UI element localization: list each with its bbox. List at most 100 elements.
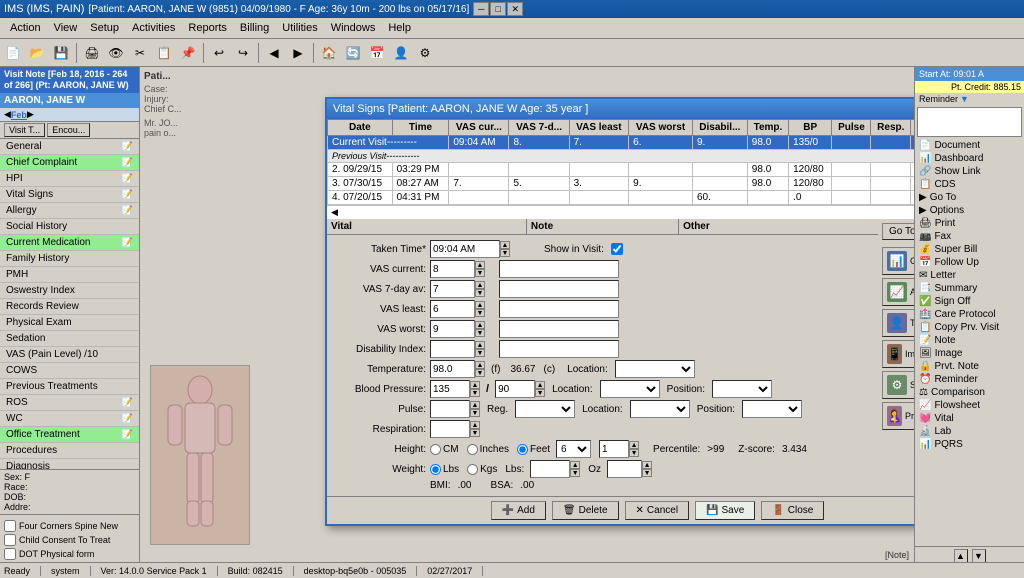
rp-dashboard[interactable]: 📊Dashboard [915, 152, 1024, 165]
sidebar-item-prev-treatments[interactable]: Previous Treatments [0, 379, 139, 395]
set-default-button[interactable]: ⚙ Set Default [882, 371, 914, 399]
sidebar-item-family-history[interactable]: Family History [0, 251, 139, 267]
scroll-left-arrow[interactable]: ◀ [331, 207, 338, 218]
checkbox-child-consent-input[interactable] [4, 534, 16, 546]
open-button[interactable]: 📂 [26, 42, 48, 64]
sidebar-item-procedures[interactable]: Procedures [0, 443, 139, 459]
bp-location-select[interactable] [600, 380, 660, 398]
height-inches-input[interactable] [599, 440, 629, 458]
weight-lbs-down[interactable]: ▼ [570, 469, 580, 477]
weight-oz-input[interactable] [607, 460, 642, 478]
sidebar-item-current-medication[interactable]: Current Medication📝 [0, 235, 139, 251]
rp-show-link[interactable]: 🔗Show Link [915, 165, 1024, 178]
scroll-down-right[interactable]: ▼ [972, 549, 986, 563]
bp-systolic-input[interactable] [430, 380, 470, 398]
resp-up[interactable]: ▲ [470, 421, 480, 429]
vas-current-down[interactable]: ▼ [475, 269, 485, 277]
height-inches-radio[interactable] [467, 444, 478, 455]
bp-diastolic-input[interactable] [495, 380, 535, 398]
show-in-visit-checkbox[interactable] [611, 243, 623, 255]
add-button[interactable]: ➕ Add [491, 501, 546, 520]
resp-input[interactable] [430, 420, 470, 438]
vas-worst-input[interactable] [430, 320, 475, 338]
table-row-3[interactable]: 3. 07/30/15 08:27 AM 7. 5. 3. 9. 98.0 12… [328, 177, 915, 191]
save-toolbar-button[interactable]: 💾 [50, 42, 72, 64]
disability-note[interactable] [499, 340, 619, 358]
vas-least-note[interactable] [499, 300, 619, 318]
pulse-down[interactable]: ▼ [470, 409, 480, 417]
pulse-input[interactable] [430, 400, 470, 418]
rp-lab[interactable]: 🔬Lab [915, 425, 1024, 438]
menu-activities[interactable]: Activities [126, 20, 181, 36]
sidebar-item-oswestry[interactable]: Oswestry Index [0, 283, 139, 299]
menu-windows[interactable]: Windows [325, 20, 382, 36]
bp-position-select[interactable] [712, 380, 772, 398]
height-in-up[interactable]: ▲ [629, 441, 639, 449]
paste-button[interactable]: 📌 [177, 42, 199, 64]
rp-fax[interactable]: 📠Fax [915, 230, 1024, 243]
bp-sys-down[interactable]: ▼ [470, 389, 480, 397]
encou-tab[interactable]: Encou... [47, 123, 90, 137]
menu-action[interactable]: Action [4, 20, 47, 36]
weight-lbs-input[interactable] [530, 460, 570, 478]
sidebar-item-ros[interactable]: ROS📝 [0, 395, 139, 411]
sidebar-item-vital-signs[interactable]: Vital Signs📝 [0, 187, 139, 203]
table-row-2[interactable]: 2. 09/29/15 03:29 PM 98.0 120/80 [328, 163, 915, 177]
close-dialog-button[interactable]: 🚪 Close [761, 501, 824, 520]
taken-by-patient-button[interactable]: 👤 Taken By Patient [882, 309, 914, 337]
pulse-reg-select[interactable] [515, 400, 575, 418]
disability-down[interactable]: ▼ [475, 349, 485, 357]
bp-sys-up[interactable]: ▲ [470, 381, 480, 389]
bp-dia-down[interactable]: ▼ [535, 389, 545, 397]
rp-reminder[interactable]: ⏰Reminder [915, 373, 1024, 386]
sidebar-item-wc[interactable]: WC📝 [0, 411, 139, 427]
height-feet-radio[interactable] [517, 444, 528, 455]
sidebar-item-hpi[interactable]: HPI📝 [0, 171, 139, 187]
menu-view[interactable]: View [48, 20, 84, 36]
rp-note[interactable]: 📝Note [915, 334, 1024, 347]
vas-worst-up[interactable]: ▲ [475, 321, 485, 329]
vas-least-down[interactable]: ▼ [475, 309, 485, 317]
weight-lbs-up[interactable]: ▲ [570, 461, 580, 469]
home-button[interactable]: 🏠 [318, 42, 340, 64]
vas-7day-down[interactable]: ▼ [475, 289, 485, 297]
save-button[interactable]: 💾 Save [695, 501, 755, 520]
sidebar-item-physical-exam[interactable]: Physical Exam [0, 315, 139, 331]
weight-oz-down[interactable]: ▼ [642, 469, 652, 477]
rp-follow-up[interactable]: 📅Follow Up [915, 256, 1024, 269]
calendar-button[interactable]: 📅 [366, 42, 388, 64]
vas-7day-up[interactable]: ▲ [475, 281, 485, 289]
temp-down[interactable]: ▼ [475, 369, 485, 377]
redo-button[interactable]: ↪ [232, 42, 254, 64]
vas-least-input[interactable] [430, 300, 475, 318]
pregnancy-calc-button[interactable]: 🤱 Pregnancy Calculator [882, 402, 914, 430]
forward-button[interactable]: ▶ [287, 42, 309, 64]
table-row-current[interactable]: Current Visit--------- 09:04 AM 8. 7. 6.… [328, 136, 915, 150]
taken-time-down[interactable]: ▼ [500, 249, 510, 257]
sidebar-item-sedation[interactable]: Sedation [0, 331, 139, 347]
refresh-button[interactable]: 🔄 [342, 42, 364, 64]
temp-f-input[interactable] [430, 360, 475, 378]
vas-current-note[interactable] [499, 260, 619, 278]
sidebar-item-chief-complaint[interactable]: Chief Complaint📝 [0, 155, 139, 171]
rp-flowsheet[interactable]: 📈Flowsheet [915, 399, 1024, 412]
delete-button[interactable]: 🗑 Delete [552, 501, 619, 520]
rp-sign-off[interactable]: ✅Sign Off [915, 295, 1024, 308]
sidebar-item-social-history[interactable]: Social History [0, 219, 139, 235]
rp-cds[interactable]: 📋CDS [915, 178, 1024, 191]
undo-button[interactable]: ↩ [208, 42, 230, 64]
close-app-button[interactable]: ✕ [507, 2, 523, 16]
rp-image[interactable]: 🖼Image [915, 347, 1024, 360]
sidebar-item-general[interactable]: General📝 [0, 139, 139, 155]
sidebar-item-records[interactable]: Records Review [0, 299, 139, 315]
bp-dia-up[interactable]: ▲ [535, 381, 545, 389]
menu-setup[interactable]: Setup [84, 20, 125, 36]
temp-location-select[interactable] [615, 360, 695, 378]
menu-utilities[interactable]: Utilities [276, 20, 323, 36]
import-device-button[interactable]: 📱 Import from Device [882, 340, 914, 368]
sidebar-item-diagnosis[interactable]: Diagnosis [0, 459, 139, 469]
rp-copy-prev[interactable]: 📋Copy Prv. Visit [915, 321, 1024, 334]
pulse-position-select[interactable] [742, 400, 802, 418]
menu-reports[interactable]: Reports [182, 20, 233, 36]
sidebar-item-allergy[interactable]: Allergy📝 [0, 203, 139, 219]
